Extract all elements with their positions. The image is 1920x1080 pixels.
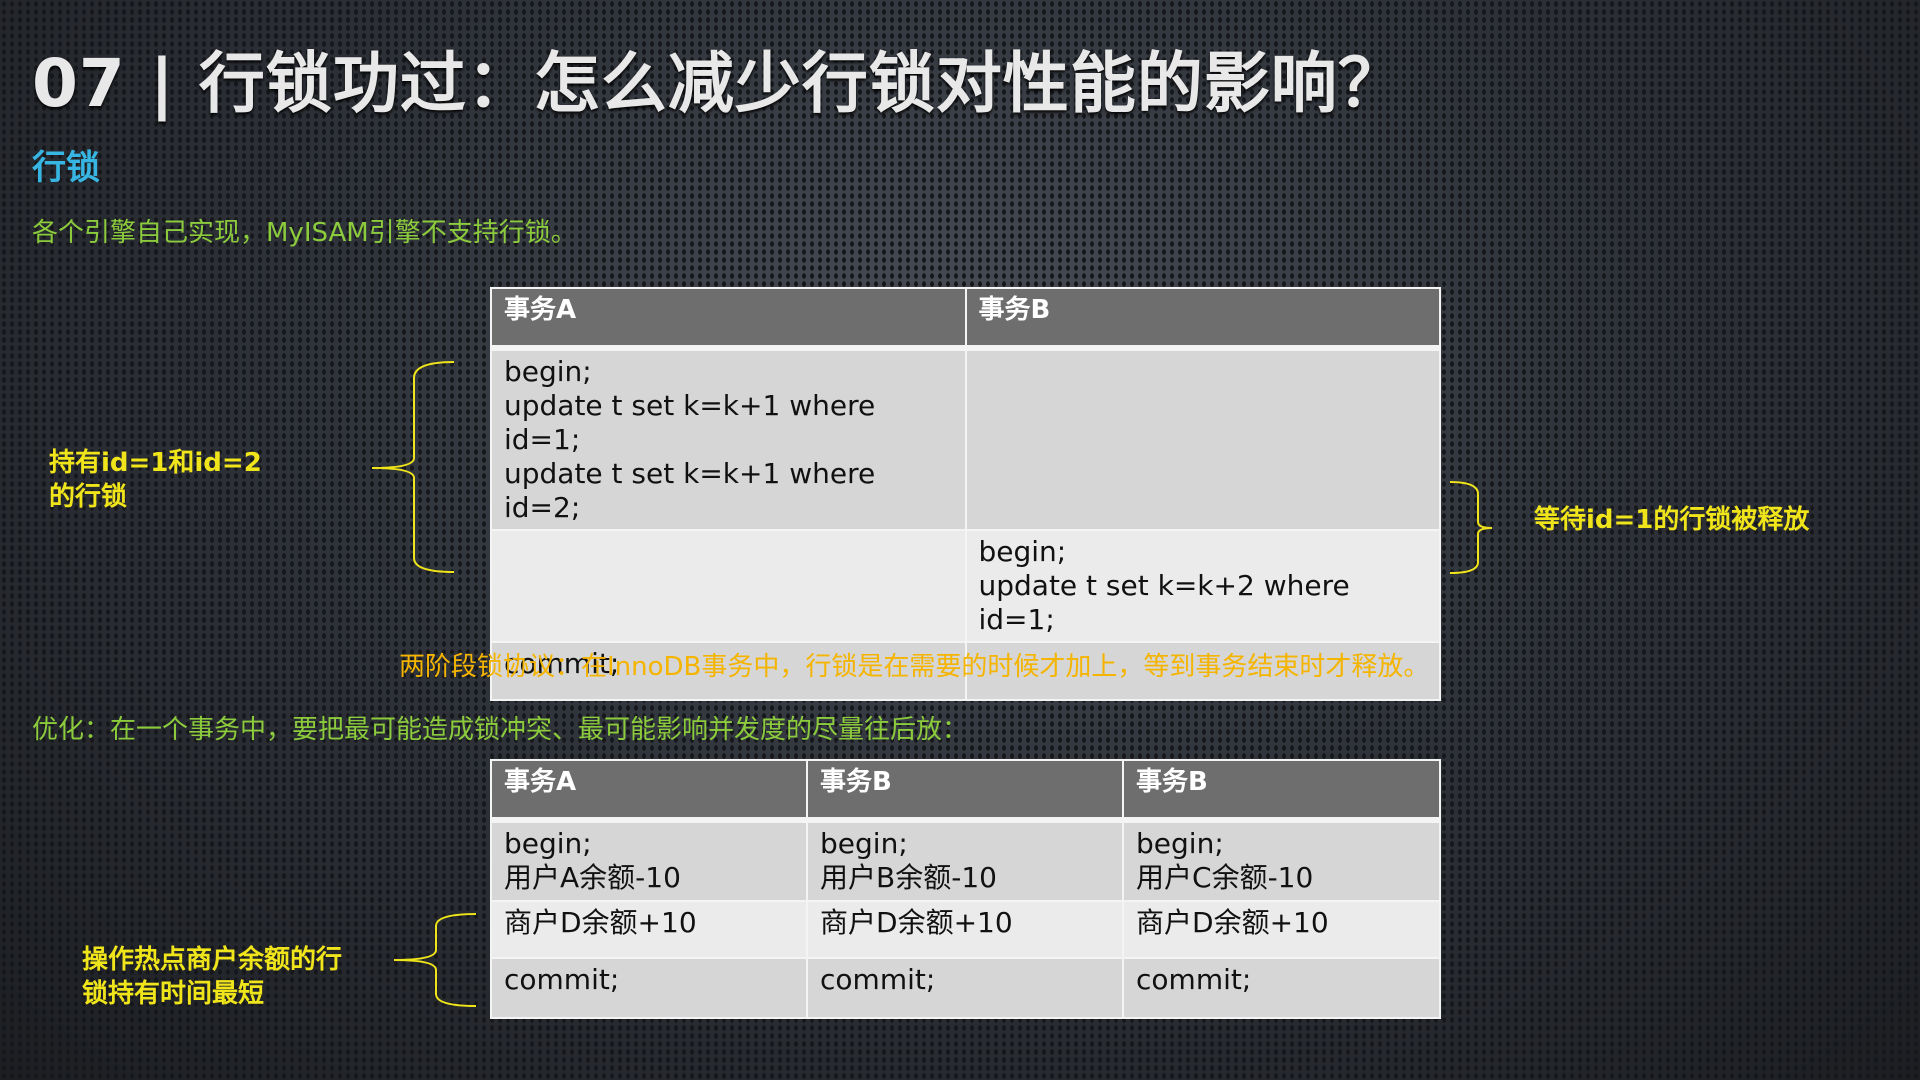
table-row: commit; commit; commit; [489, 957, 1441, 1019]
code-line: begin; [504, 355, 592, 388]
cell: 商户D余额+10 [1122, 900, 1441, 959]
code-line: begin; [504, 827, 592, 860]
label-line: 持有id=1和id=2 [49, 448, 262, 478]
hot-account-label: 操作热点商户余额的行 锁持有时间最短 [82, 943, 342, 1011]
engine-note: 各个引擎自己实现，MyISAM引擎不支持行锁。 [32, 218, 577, 248]
table-row: begin; 用户A余额-10 begin; 用户B余额-10 begin; 用户C余… [489, 819, 1441, 902]
code-line: 用户B余额-10 [820, 861, 997, 894]
transaction-table-1: 事务A 事务B begin; update t set k=k+1 where i… [490, 287, 1441, 701]
cell: begin; update t set k=k+2 where id=1; [964, 529, 1441, 643]
label-line: 锁持有时间最短 [82, 979, 265, 1009]
cell: commit; [806, 957, 1125, 1019]
cell: begin; 用户B余额-10 [806, 819, 1125, 902]
cell: begin; 用户C余额-10 [1122, 819, 1441, 902]
header-transaction-b: 事务B [964, 287, 1441, 351]
optimization-note: 优化：在一个事务中，要把最可能造成锁冲突、最可能影响并发度的尽量往后放： [32, 715, 969, 745]
wait-lock-label: 等待id=1的行锁被释放 [1534, 505, 1810, 535]
cell: commit; [489, 957, 809, 1019]
hold-locks-label: 持有id=1和id=2 的行锁 [49, 446, 262, 514]
code-line: begin; [978, 535, 1067, 568]
cell [964, 347, 1441, 531]
cell: commit; [1122, 957, 1441, 1019]
table-row: begin; update t set k=k+2 where id=1; [490, 529, 1441, 643]
code-line: begin; [1136, 827, 1224, 860]
header-transaction-a: 事务A [489, 759, 809, 823]
cell: begin; update t set k=k+1 where id=1; upda… [490, 347, 967, 531]
header-transaction-b-2: 事务B [1122, 759, 1441, 823]
cell: begin; 用户A余额-10 [489, 819, 809, 902]
cell: 商户D余额+10 [806, 900, 1125, 959]
left-brace-1 [371, 361, 455, 573]
label-line: 操作热点商户余额的行 [82, 945, 343, 975]
code-line: begin; [820, 827, 908, 860]
code-line: 用户C余额-10 [1136, 861, 1314, 894]
left-brace-2 [393, 913, 477, 1007]
header-transaction-b: 事务B [806, 759, 1125, 823]
table-row: begin; update t set k=k+1 where id=1; upda… [490, 347, 1441, 531]
two-phase-lock-note: 两阶段锁协议：在InnoDB事务中，行锁是在需要的时候才加上，等到事务结束时才释… [399, 652, 1430, 682]
code-line: update t set k=k+1 where id=2; [504, 457, 876, 524]
code-line: update t set k=k+2 where id=1; [978, 569, 1350, 636]
cell [490, 529, 967, 643]
label-line: 的行锁 [49, 482, 128, 512]
transaction-table-2: 事务A 事务B 事务B begin; 用户A余额-10 begin; 用户B余额-1… [489, 759, 1441, 1019]
table-row: 商户D余额+10 商户D余额+10 商户D余额+10 [489, 900, 1441, 959]
header-transaction-a: 事务A [490, 287, 967, 351]
right-brace-1 [1449, 481, 1493, 574]
section-heading: 行锁 [32, 148, 100, 188]
code-line: 用户A余额-10 [504, 861, 681, 894]
cell: 商户D余额+10 [489, 900, 809, 959]
code-line: update t set k=k+1 where id=1; [504, 389, 876, 456]
page-title: 07 | 行锁功过：怎么减少行锁对性能的影响？ [32, 45, 1405, 122]
